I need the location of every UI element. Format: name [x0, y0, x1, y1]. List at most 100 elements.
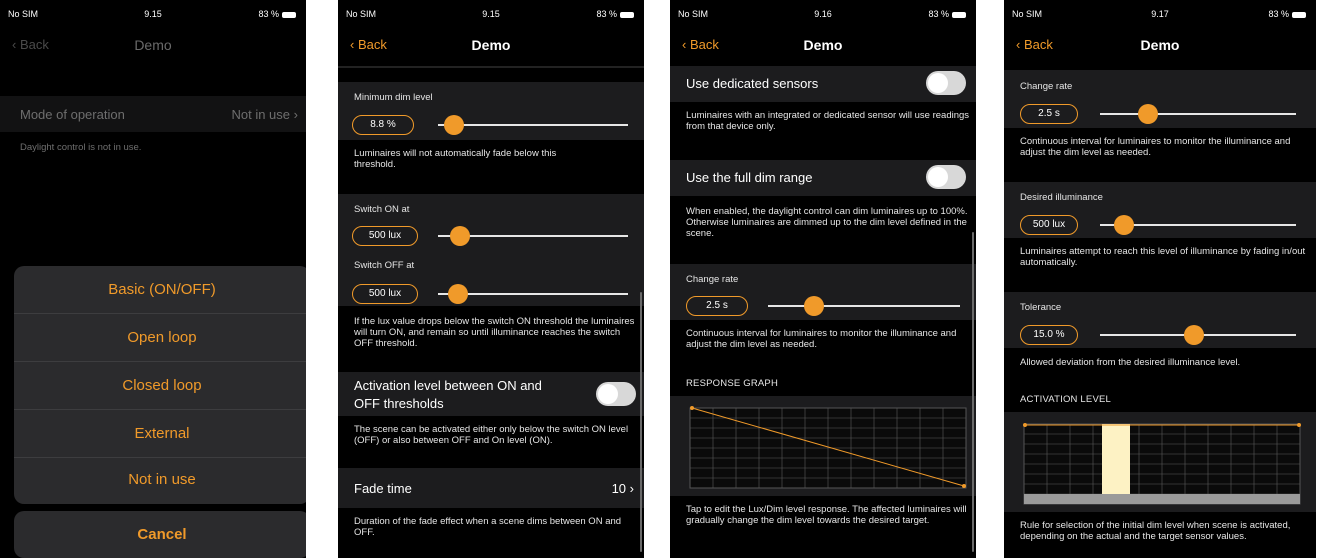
option-basic[interactable]: Basic (ON/OFF) [14, 266, 306, 313]
battery: 83 % [258, 9, 296, 19]
nav-bar: ‹ Back Demo [670, 26, 976, 66]
tolerance-note: Allowed deviation from the desired illum… [1020, 357, 1241, 368]
cancel-label: Cancel [137, 526, 187, 543]
battery: 83 % [596, 9, 634, 19]
activation-toggle[interactable] [596, 382, 636, 406]
desired-slider-thumb[interactable] [1114, 215, 1134, 235]
switch-on-value[interactable]: 500 lux [352, 226, 418, 246]
option-open-loop[interactable]: Open loop [14, 314, 306, 361]
change-rate-slider-thumb[interactable] [804, 296, 824, 316]
fade-note: Duration of the fade effect when a scene… [354, 516, 622, 538]
screen-open-loop-settings: No SIM 9.17 83 % ‹ Back Demo Change rate… [1004, 0, 1316, 558]
switch-off-slider-thumb[interactable] [448, 284, 468, 304]
screen-closed-loop-settings: No SIM 9.16 83 % ‹ Back Demo Use dedicat… [670, 0, 976, 558]
min-dim-slider[interactable] [438, 124, 628, 126]
activation-label-line-1: Activation level between ON and [354, 378, 542, 393]
status-bar: No SIM 9.15 83 % [338, 0, 644, 26]
change-rate-label: Change rate [686, 274, 739, 285]
page-title: Demo [1140, 37, 1180, 53]
switch-on-slider-thumb[interactable] [450, 226, 470, 246]
page-title: Demo [803, 37, 843, 53]
change-rate-slider-thumb[interactable] [1138, 104, 1158, 124]
tolerance-value[interactable]: 15.0 % [1020, 325, 1078, 345]
desired-label: Desired illuminance [1020, 192, 1103, 203]
toggle-knob [928, 167, 948, 187]
mode-options-sheet: Basic (ON/OFF) Open loop Closed loop Ext… [14, 266, 306, 504]
change-rate-label: Change rate [1020, 81, 1073, 92]
activation-note: The scene can be activated either only b… [354, 424, 629, 446]
dedicated-sensors-row: Use dedicated sensors [670, 66, 976, 102]
desired-note: Luminaires attempt to reach this level o… [1020, 246, 1306, 268]
option-external[interactable]: External [14, 410, 306, 457]
mode-value: Not in use › [231, 107, 298, 122]
option-closed-loop[interactable]: Closed loop [14, 362, 306, 409]
response-graph-header: RESPONSE GRAPH [686, 378, 779, 389]
fade-time-row[interactable]: Fade time 10 › [338, 468, 644, 508]
sensors-note: Luminaires with an integrated or dedicat… [686, 110, 970, 132]
mode-label: Mode of operation [20, 107, 125, 122]
chevron-right-icon: › [293, 107, 298, 122]
battery-icon [620, 12, 634, 18]
scrollbar[interactable] [640, 292, 642, 552]
chevron-right-icon: › [629, 481, 634, 496]
switch-off-label: Switch OFF at [354, 260, 415, 271]
page-title: Demo [134, 37, 172, 53]
response-graph-panel[interactable] [670, 396, 976, 496]
sensors-toggle[interactable] [926, 71, 966, 95]
switch-row: Switch ON at 500 lux Switch OFF at 500 l… [338, 194, 644, 306]
toggle-knob [598, 384, 618, 404]
min-dim-value[interactable]: 8.8 % [352, 115, 414, 135]
min-dim-label: Minimum dim level [354, 92, 433, 103]
change-rate-slider[interactable] [768, 305, 960, 307]
page-title: Demo [471, 37, 511, 53]
switch-on-label: Switch ON at [354, 204, 410, 215]
tolerance-slider-thumb[interactable] [1184, 325, 1204, 345]
battery: 83 % [1268, 9, 1306, 19]
screen-basic-settings: No SIM 9.15 83 % ‹ Back Demo Minimum dim… [338, 0, 644, 558]
activation-level-panel[interactable] [1004, 412, 1316, 512]
graph-note: Tap to edit the Lux/Dim level response. … [686, 504, 967, 526]
battery: 83 % [928, 9, 966, 19]
nav-bar: ‹ Back Demo [338, 26, 644, 66]
status-bar: No SIM 9.17 83 % [1004, 0, 1316, 26]
nav-bar: ‹ Back Demo [1004, 26, 1316, 66]
change-rate-value[interactable]: 2.5 s [686, 296, 748, 316]
tolerance-row: Tolerance 15.0 % [1004, 292, 1316, 348]
toggle-knob [928, 73, 948, 93]
min-dim-row: Minimum dim level 8.8 % [338, 82, 644, 140]
tolerance-label: Tolerance [1020, 302, 1062, 313]
change-rate-row: Change rate 2.5 s [670, 264, 976, 320]
full-range-label: Use the full dim range [686, 170, 813, 185]
activation-level-header: ACTIVATION LEVEL [1020, 394, 1112, 405]
nav-bar: ‹ Back Demo [0, 26, 306, 66]
min-dim-note: Luminaires will not automatically fade b… [354, 148, 557, 170]
desired-illuminance-row: Desired illuminance 500 lux [1004, 182, 1316, 238]
mode-of-operation-row[interactable]: Mode of operation Not in use › [0, 96, 306, 132]
response-graph[interactable] [670, 396, 976, 496]
full-dim-range-row: Use the full dim range [670, 160, 976, 196]
screen-mode-selection: No SIM 9.15 83 % ‹ Back Demo Mode of ope… [0, 0, 306, 558]
option-not-in-use[interactable]: Not in use [14, 456, 306, 503]
change-rate-note: Continuous interval for luminaires to mo… [686, 328, 957, 350]
change-rate-value[interactable]: 2.5 s [1020, 104, 1078, 124]
switch-off-value[interactable]: 500 lux [352, 284, 418, 304]
fade-label: Fade time [354, 481, 412, 496]
fade-value: 10 › [611, 481, 634, 496]
desired-value[interactable]: 500 lux [1020, 215, 1078, 235]
battery-icon [282, 12, 296, 18]
activation-level-graph[interactable] [1004, 412, 1316, 512]
change-rate-note: Continuous interval for luminaires to mo… [1020, 136, 1291, 158]
switch-note: If the lux value drops below the switch … [354, 316, 635, 349]
activation-note: Rule for selection of the initial dim le… [1020, 520, 1291, 542]
battery-icon [1292, 12, 1306, 18]
scrollbar[interactable] [972, 232, 974, 552]
cancel-button[interactable]: Cancel [14, 511, 306, 558]
activation-level-row: Activation level between ON and OFF thre… [338, 372, 644, 416]
activation-label-line-2: OFF thresholds [354, 396, 444, 411]
sensors-label: Use dedicated sensors [686, 76, 819, 91]
change-rate-slider[interactable] [1100, 113, 1296, 115]
status-bar: No SIM 9.15 83 % [0, 0, 306, 26]
battery-icon [952, 12, 966, 18]
min-dim-slider-thumb[interactable] [444, 115, 464, 135]
full-range-toggle[interactable] [926, 165, 966, 189]
